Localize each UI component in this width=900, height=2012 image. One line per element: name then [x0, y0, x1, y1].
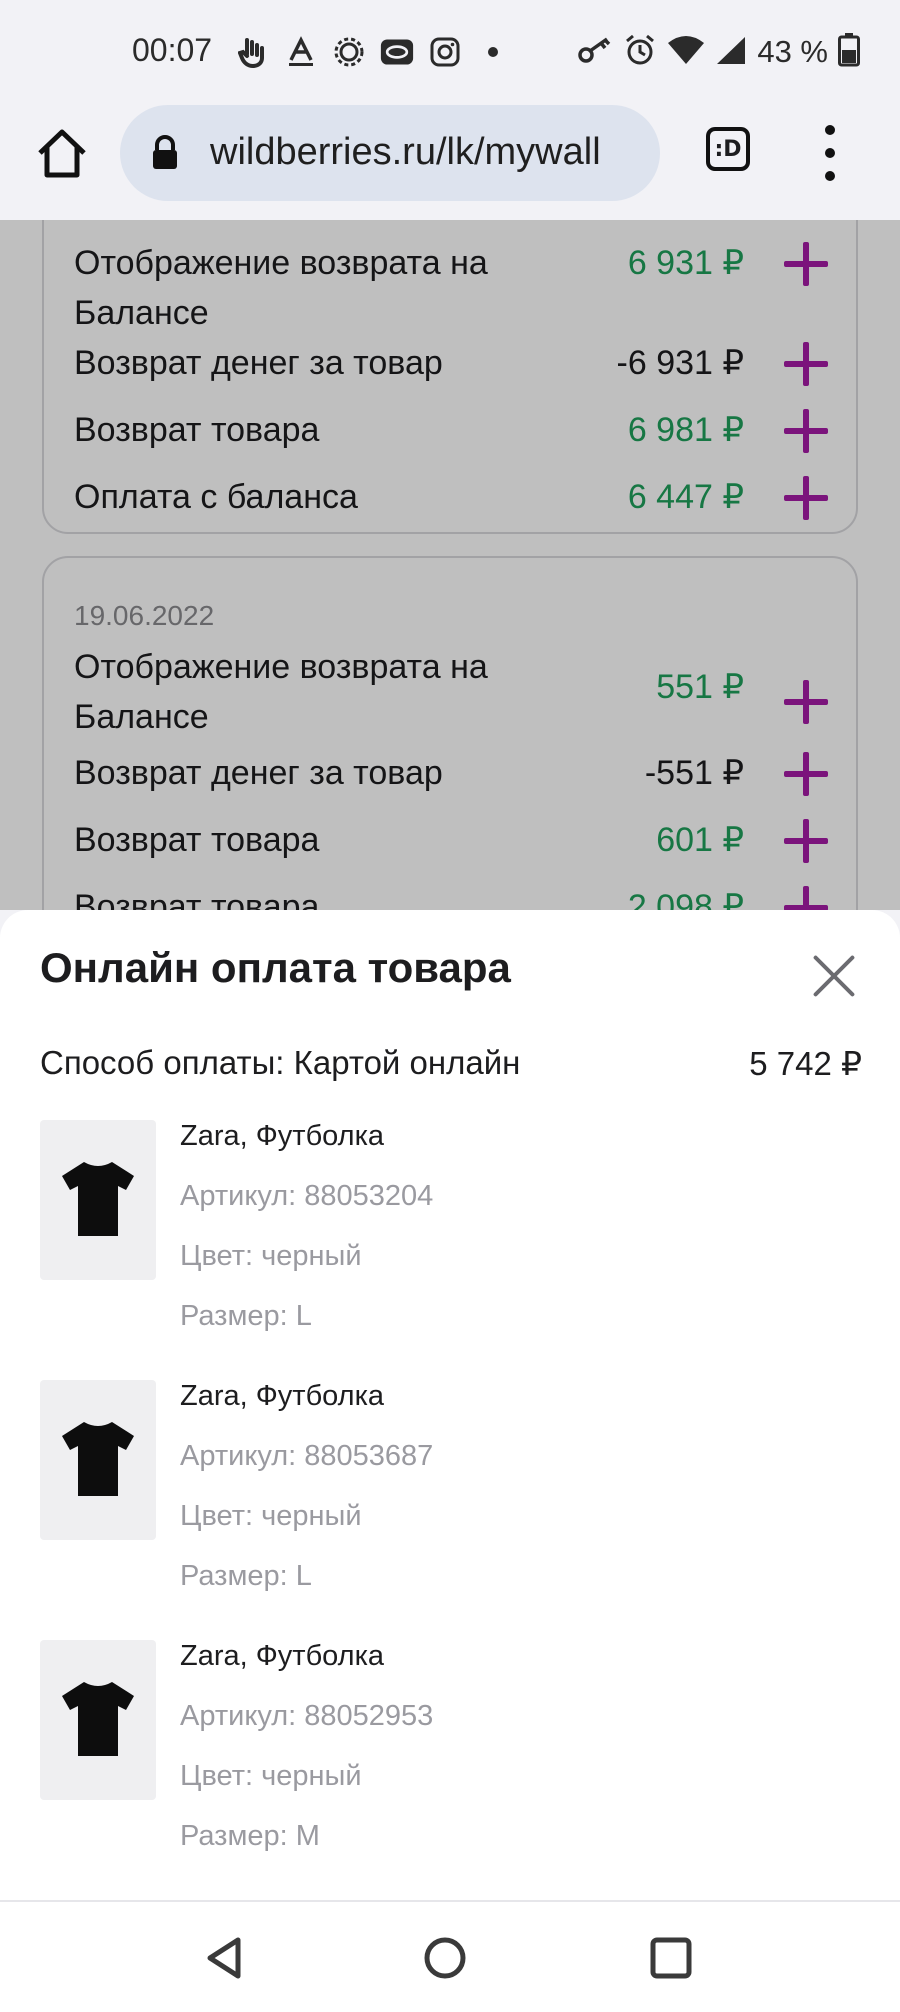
text-icon — [284, 35, 318, 69]
payment-total: 5 742 ₽ — [749, 1045, 862, 1082]
signal-icon — [715, 35, 747, 70]
back-triangle-icon — [207, 1937, 241, 1979]
battery-icon — [838, 32, 860, 72]
home-button[interactable] — [34, 125, 90, 181]
wifi-icon — [667, 35, 705, 70]
url-text: wildberries.ru/lk/mywall — [210, 131, 601, 173]
browser-toolbar: wildberries.ru/lk/mywall :D — [0, 105, 900, 220]
status-time: 00:07 — [132, 32, 213, 68]
product-thumbnail[interactable] — [40, 1120, 156, 1280]
tab-switcher-button[interactable]: :D — [706, 127, 750, 171]
menu-dot — [825, 148, 835, 158]
product-article: Артикул: 88053204 — [180, 1180, 434, 1212]
opera-icon — [380, 35, 414, 69]
browser-menu-button[interactable] — [812, 125, 848, 181]
product-thumbnail[interactable] — [40, 1640, 156, 1800]
recents-square-icon — [650, 1937, 692, 1979]
sheet-title: Онлайн оплата товара — [40, 944, 511, 991]
menu-dot — [825, 171, 835, 181]
menu-dot — [825, 125, 835, 135]
tshirt-icon — [62, 1422, 134, 1496]
settings-gear-icon — [332, 35, 366, 69]
lock-icon — [150, 135, 180, 176]
product-item[interactable]: Zara, Футболка Артикул: 88053687 Цвет: ч… — [40, 1380, 860, 1620]
product-color: Цвет: черный — [180, 1500, 362, 1532]
gesture-icon — [236, 35, 270, 69]
product-color: Цвет: черный — [180, 1240, 362, 1272]
alarm-icon — [623, 33, 657, 72]
payment-method: Способ оплаты: Картой онлайн — [40, 1044, 521, 1081]
product-article: Артикул: 88053687 — [180, 1440, 434, 1472]
home-icon — [38, 129, 86, 178]
modal-backdrop[interactable] — [0, 220, 900, 910]
back-button[interactable] — [200, 1934, 248, 1982]
dot-icon — [476, 35, 510, 69]
product-item[interactable]: Zara, Футболка Артикул: 88052953 Цвет: ч… — [40, 1640, 860, 1880]
notification-icons — [236, 30, 510, 74]
product-name: Zara, Футболка — [180, 1120, 385, 1152]
product-thumbnail[interactable] — [40, 1380, 156, 1540]
product-article: Артикул: 88052953 — [180, 1700, 434, 1732]
product-size: Размер: L — [180, 1560, 312, 1592]
tshirt-icon — [62, 1682, 134, 1756]
instagram-icon — [428, 35, 462, 69]
system-icons: 43 % — [577, 30, 860, 74]
home-circle-icon — [424, 1937, 466, 1979]
battery-percentage: 43 % — [757, 34, 828, 69]
product-name: Zara, Футболка — [180, 1640, 385, 1672]
product-size: Размер: M — [180, 1820, 320, 1852]
product-name: Zara, Футболка — [180, 1380, 385, 1412]
status-bar: 00:07 43 % — [0, 0, 900, 105]
address-bar[interactable]: wildberries.ru/lk/mywall — [120, 105, 660, 201]
home-nav-button[interactable] — [421, 1934, 469, 1982]
tshirt-icon — [62, 1162, 134, 1236]
product-item[interactable]: Zara, Футболка Артикул: 88053204 Цвет: ч… — [40, 1120, 860, 1360]
product-color: Цвет: черный — [180, 1760, 362, 1792]
recents-button[interactable] — [647, 1934, 695, 1982]
product-size: Размер: L — [180, 1300, 312, 1332]
close-icon[interactable] — [812, 954, 856, 998]
system-navigation-bar — [0, 1900, 900, 2012]
key-icon — [577, 35, 613, 70]
payment-details-sheet: Онлайн оплата товара Способ оплаты: Карт… — [0, 910, 900, 1900]
